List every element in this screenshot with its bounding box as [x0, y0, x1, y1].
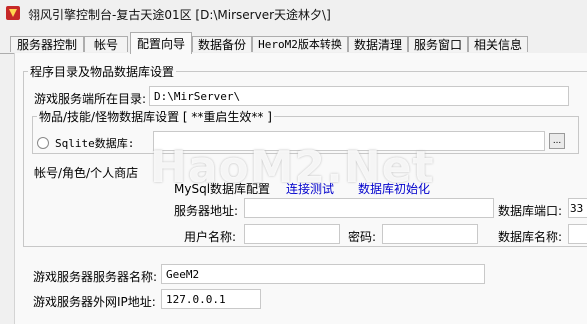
- connection-test-link[interactable]: 连接测试: [286, 180, 334, 197]
- tab-config-wizard[interactable]: 配置向导: [130, 32, 192, 54]
- app-icon: [6, 6, 20, 20]
- sqlite-radio[interactable]: [37, 137, 49, 149]
- account-role-shop-label: 帐号/角色/个人商店: [34, 166, 139, 180]
- password-label: 密码:: [348, 230, 377, 244]
- db-settings-group: 物品/技能/怪物数据库设置 [ **重启生效** ] Sqlite数据库: ..…: [32, 108, 579, 154]
- password-input[interactable]: [382, 224, 478, 244]
- username-label: 用户名称:: [184, 230, 237, 244]
- db-settings-title: 物品/技能/怪物数据库设置 [ **重启生效** ]: [37, 108, 274, 125]
- section-title: 程序目录及物品数据库设置: [28, 63, 177, 80]
- server-ip-input[interactable]: [161, 289, 261, 309]
- username-input[interactable]: [244, 224, 340, 244]
- tab-data-cleanup[interactable]: 数据清理: [348, 36, 408, 52]
- tab-server-control[interactable]: 服务器控制: [10, 36, 84, 52]
- db-init-link[interactable]: 数据库初始化: [358, 180, 430, 197]
- db-name-input[interactable]: [568, 224, 587, 244]
- server-dir-label: 游戏服务端所在目录:: [34, 92, 147, 106]
- server-address-input[interactable]: [244, 198, 494, 218]
- db-name-label: 数据库名称:: [498, 230, 563, 244]
- server-name-label: 游戏服务器服务器名称:: [33, 270, 158, 284]
- directory-db-group: 程序目录及物品数据库设置 游戏服务端所在目录: 物品/技能/怪物数据库设置 [ …: [23, 63, 587, 247]
- tab-service-window[interactable]: 服务窗口: [408, 36, 468, 52]
- db-port-label: 数据库端口:: [498, 204, 563, 218]
- db-port-input[interactable]: [568, 198, 587, 218]
- server-ip-label: 游戏服务器外网IP地址:: [33, 295, 156, 309]
- window-title: 翎风引擎控制台-复古天途01区 [D:\Mirserver天途林夕\]: [28, 8, 331, 22]
- title-bar: 翎风引擎控制台-复古天途01区 [D:\Mirserver天途林夕\]: [0, 0, 587, 28]
- mysql-config-title: MySql数据库配置: [174, 182, 271, 196]
- sqlite-browse-button[interactable]: ...: [549, 133, 565, 149]
- tab-related-info[interactable]: 相关信息: [468, 36, 528, 52]
- sqlite-path-input[interactable]: [153, 131, 545, 151]
- config-wizard-panel: 程序目录及物品数据库设置 游戏服务端所在目录: 物品/技能/怪物数据库设置 [ …: [14, 53, 587, 324]
- sqlite-label: Sqlite数据库:: [55, 137, 135, 150]
- tab-herom2-version[interactable]: HeroM2版本转换: [252, 36, 348, 52]
- server-name-input[interactable]: [161, 264, 485, 284]
- server-address-label: 服务器地址:: [174, 204, 239, 218]
- tab-data-backup[interactable]: 数据备份: [192, 36, 252, 52]
- tab-account[interactable]: 帐号: [84, 36, 128, 52]
- server-dir-input[interactable]: [149, 86, 569, 106]
